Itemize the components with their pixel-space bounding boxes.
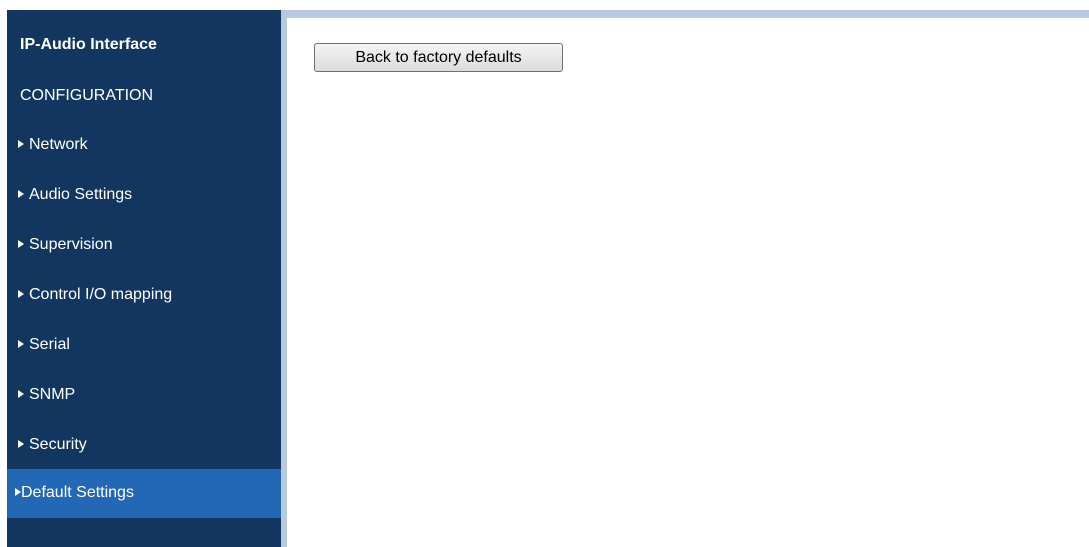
triangle-right-icon <box>18 140 24 148</box>
sidebar-item-default-settings[interactable]: Default Settings <box>7 469 281 518</box>
triangle-right-icon <box>18 440 24 448</box>
triangle-right-icon <box>18 390 24 398</box>
sidebar-item-label: Control I/O mapping <box>29 286 173 303</box>
sidebar-item-label: Security <box>29 436 87 453</box>
triangle-right-icon <box>18 340 24 348</box>
sidebar-item-label: Network <box>29 136 88 153</box>
triangle-right-icon <box>18 240 24 248</box>
triangle-right-icon <box>18 290 24 298</box>
sidebar-item-security[interactable]: Security <box>7 421 281 470</box>
sidebar-item-serial[interactable]: Serial <box>7 321 281 370</box>
sidebar-divider <box>281 10 287 547</box>
sidebar-item-label: Audio Settings <box>29 186 133 203</box>
sidebar-item-label: Supervision <box>29 236 113 253</box>
app-title: IP-Audio Interface <box>20 36 157 53</box>
sidebar-item-control-io-mapping[interactable]: Control I/O mapping <box>7 271 281 320</box>
sidebar: IP-Audio Interface CONFIGURATION Network… <box>7 10 281 547</box>
page: IP-Audio Interface CONFIGURATION Network… <box>0 0 1089 547</box>
top-frame-strip <box>287 10 1089 18</box>
triangle-right-icon <box>18 190 24 198</box>
sidebar-item-label: Serial <box>29 336 70 353</box>
sidebar-item-snmp[interactable]: SNMP <box>7 371 281 420</box>
sidebar-item-label: Default Settings <box>21 484 134 501</box>
section-title: CONFIGURATION <box>20 87 154 104</box>
sidebar-item-supervision[interactable]: Supervision <box>7 221 281 270</box>
sidebar-item-audio-settings[interactable]: Audio Settings <box>7 171 281 220</box>
back-to-factory-defaults-button[interactable]: Back to factory defaults <box>314 43 563 72</box>
sidebar-item-network[interactable]: Network <box>7 121 281 170</box>
sidebar-item-label: SNMP <box>29 386 76 403</box>
